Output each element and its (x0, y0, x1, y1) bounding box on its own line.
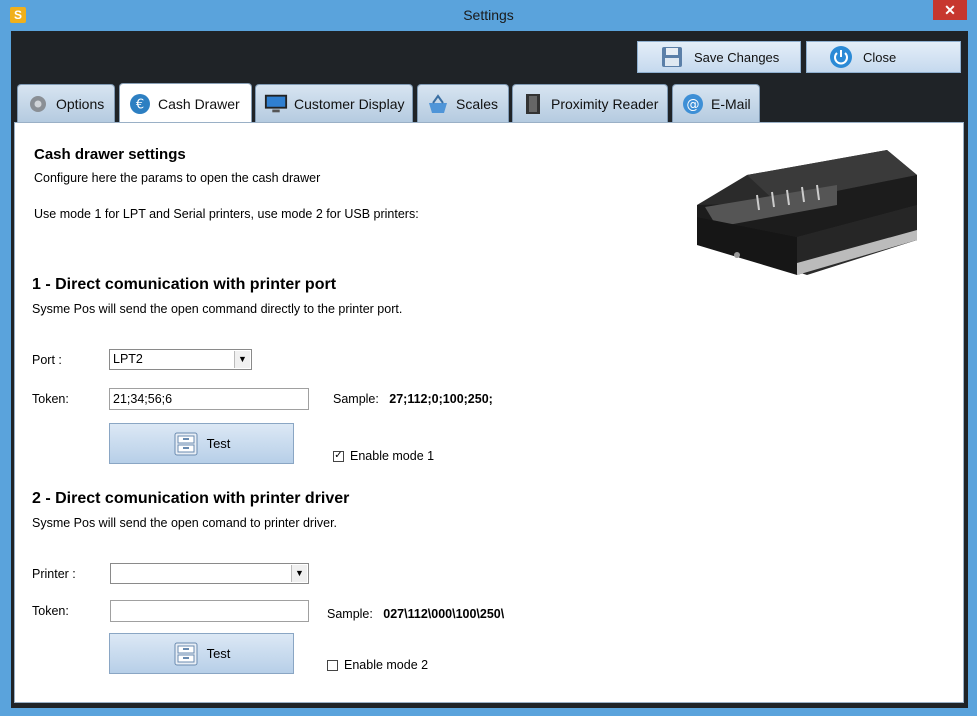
gear-icon (26, 92, 50, 116)
enable-mode2-checkbox[interactable]: Enable mode 2 (327, 658, 428, 672)
mode2-sample-value: 027\112\000\100\250\ (383, 607, 505, 621)
checkbox-checked[interactable]: ✓ (333, 450, 344, 462)
tab-email-label: E-Mail (711, 95, 751, 112)
mode1-token-label: Token: (32, 392, 69, 406)
window-title: Settings (463, 7, 514, 23)
printer-label: Printer : (32, 567, 76, 581)
tab-customer-display-label: Customer Display (294, 95, 405, 112)
enable-mode2-label: Enable mode 2 (344, 658, 429, 672)
monitor-icon (264, 92, 288, 116)
title-bar[interactable]: S Settings ✕ (0, 0, 977, 30)
mode1-title: 1 - Direct comunication with printer por… (32, 276, 337, 293)
port-label: Port : (32, 353, 62, 367)
film-icon (521, 92, 545, 116)
tab-cash-drawer[interactable]: € Cash Drawer (119, 83, 252, 123)
page-subtitle: Configure here the params to open the ca… (34, 171, 321, 185)
close-button[interactable]: Close (806, 41, 961, 73)
settings-window: S Settings ✕ Save Changes Close Options (0, 0, 977, 716)
mode1-test-button[interactable]: Test (109, 423, 294, 464)
save-changes-label: Save Changes (694, 49, 780, 65)
port-select-value: LPT2 (113, 352, 143, 366)
floppy-disk-icon (660, 45, 684, 69)
mode2-sample-label: Sample: (327, 607, 373, 621)
mode2-token-label: Token: (32, 604, 69, 618)
mode2-title: 2 - Direct comunication with printer dri… (32, 490, 350, 507)
mode2-description: Sysme Pos will send the open comand to p… (32, 516, 338, 530)
euro-icon: € (128, 92, 152, 116)
tab-customer-display[interactable]: Customer Display (255, 84, 413, 122)
client-area: Save Changes Close Options € Cash Drawer (11, 31, 968, 708)
tab-scales[interactable]: Scales (417, 84, 509, 122)
mode2-token-input[interactable] (110, 600, 309, 622)
enable-mode1-checkbox[interactable]: ✓ Enable mode 1 (333, 449, 434, 463)
printer-select[interactable]: ▼ (110, 563, 309, 584)
mode1-description: Sysme Pos will send the open command dir… (32, 302, 403, 316)
mode2-test-label: Test (206, 646, 231, 661)
svg-text:€: € (136, 97, 144, 112)
tab-options[interactable]: Options (17, 84, 115, 122)
dropdown-arrow-icon[interactable]: ▼ (234, 351, 250, 368)
drawer-icon (173, 431, 199, 457)
tab-proximity-reader-label: Proximity Reader (551, 95, 659, 112)
cash-drawer-image (687, 145, 937, 280)
tab-options-label: Options (56, 95, 105, 112)
mode-note: Use mode 1 for LPT and Serial printers, … (34, 207, 419, 221)
tab-email[interactable]: @ E-Mail (672, 84, 760, 122)
mode1-sample: Sample: 27;112;0;100;250; (333, 392, 493, 406)
cash-drawer-panel: Cash drawer settings Configure here the … (14, 122, 964, 703)
tab-proximity-reader[interactable]: Proximity Reader (512, 84, 668, 122)
tab-scales-label: Scales (456, 95, 499, 112)
mode1-test-label: Test (206, 436, 231, 451)
svg-text:@: @ (687, 97, 700, 112)
page-title: Cash drawer settings (34, 146, 186, 163)
close-label: Close (863, 49, 897, 65)
mode2-sample: Sample: 027\112\000\100\250\ (327, 607, 504, 621)
dropdown-arrow-icon[interactable]: ▼ (291, 565, 307, 582)
drawer-icon (173, 641, 199, 667)
at-icon: @ (681, 92, 705, 116)
port-select[interactable]: LPT2 ▼ (109, 349, 252, 370)
save-changes-button[interactable]: Save Changes (637, 41, 801, 73)
mode1-sample-value: 27;112;0;100;250; (389, 392, 493, 406)
mode2-test-button[interactable]: Test (109, 633, 294, 674)
mode1-sample-label: Sample: (333, 392, 379, 406)
tab-cash-drawer-label: Cash Drawer (158, 95, 240, 112)
window-close-button[interactable]: ✕ (933, 0, 967, 20)
power-icon (829, 45, 853, 69)
basket-icon (426, 92, 450, 116)
enable-mode1-label: Enable mode 1 (350, 449, 435, 463)
mode1-token-input[interactable]: 21;34;56;6 (109, 388, 309, 410)
checkbox-unchecked[interactable] (327, 659, 338, 671)
